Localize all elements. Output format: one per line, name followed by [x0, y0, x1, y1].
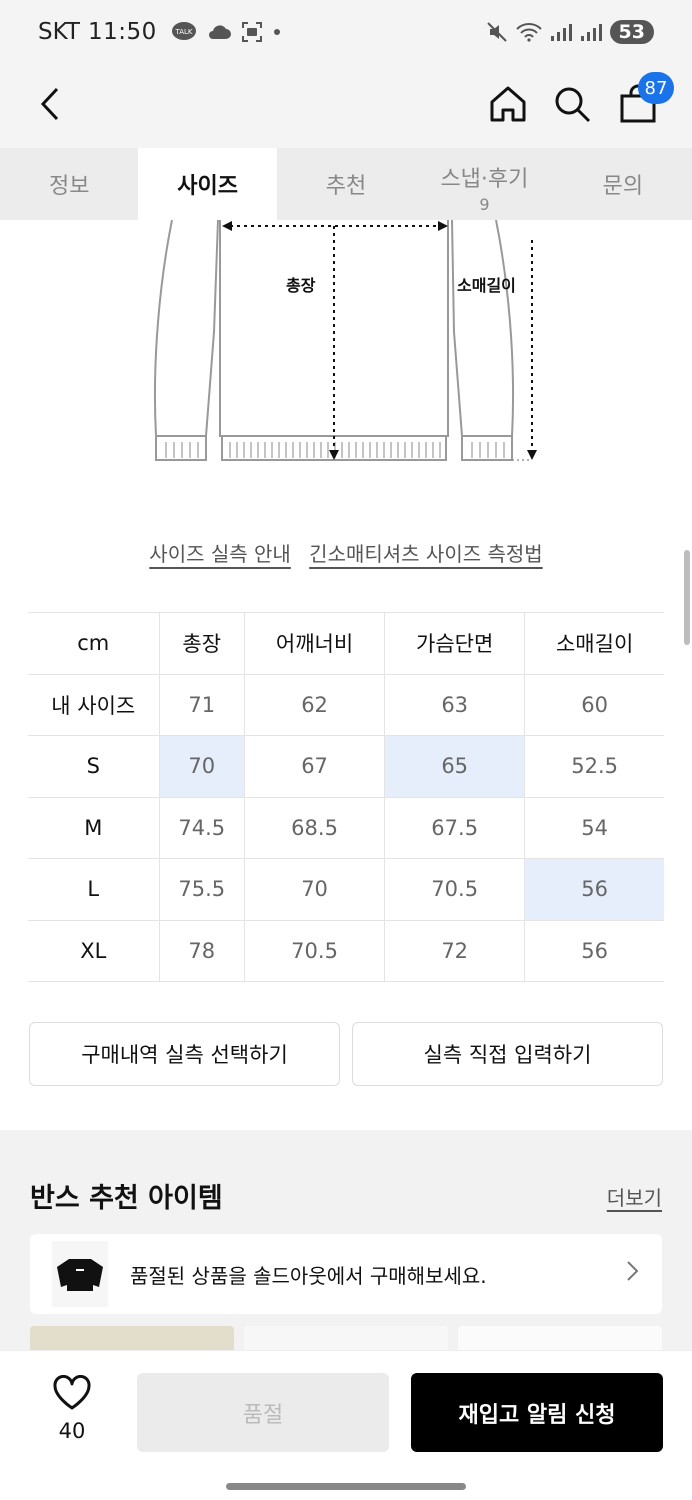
bottom-action-bar: 40 품절 재입고 알림 신청	[0, 1350, 692, 1500]
size-guide-link[interactable]: 사이즈 실측 안내	[149, 542, 291, 566]
dot-icon	[273, 29, 280, 35]
soldout-banner-text: 품절된 상품을 솔드아웃에서 구매해보세요.	[130, 1263, 487, 1288]
soldout-banner[interactable]: 품절된 상품을 솔드아웃에서 구매해보세요.	[30, 1234, 662, 1314]
table-cell: 68.5	[243, 796, 385, 859]
clock: 11:50	[87, 19, 157, 45]
recommend-title: 반스 추천 아이템	[30, 1183, 223, 1214]
system-icons: 53	[486, 20, 654, 44]
table-row: XL 78 70.5 72 56	[28, 919, 664, 982]
tab-info[interactable]: 정보	[0, 148, 138, 220]
measure-method-link[interactable]: 긴소매티셔츠 사이즈 측정법	[309, 542, 543, 566]
table-cell: 74.5	[158, 796, 245, 859]
recommend-section: 반스 추천 아이템 더보기 품절된 상품을 솔드아웃에서 구매해보세요.	[0, 1130, 692, 1360]
row-label: XL	[28, 919, 159, 982]
table-cell: 78	[158, 919, 245, 982]
carrier: SKT	[38, 19, 80, 45]
header-cell: 소매길이	[524, 612, 664, 675]
tab-size[interactable]: 사이즈	[138, 148, 277, 220]
home-indicator[interactable]	[226, 1483, 466, 1490]
search-icon	[555, 87, 591, 123]
review-count: 9	[479, 194, 490, 214]
table-cell: 72	[384, 919, 525, 982]
size-table: cm 총장 어깨너비 가슴단면 소매길이 내 사이즈 71 62 63 60 S…	[28, 612, 664, 982]
app-header: 87	[0, 64, 692, 148]
direct-input-size-button[interactable]: 실측 직접 입력하기	[352, 1022, 663, 1086]
table-cell: 67	[243, 735, 385, 798]
cloud-icon	[208, 25, 231, 39]
table-cell: 62	[243, 673, 385, 736]
talk-icon: TALK	[171, 22, 196, 40]
table-row: L 75.5 70 70.5 56	[28, 858, 664, 921]
row-label: 내 사이즈	[28, 673, 159, 736]
length-label: 총장	[286, 276, 316, 295]
heart-icon	[53, 1375, 91, 1410]
table-cell: 70.5	[384, 858, 525, 921]
more-link[interactable]: 더보기	[607, 1182, 662, 1211]
tab-label: 추천	[325, 174, 367, 199]
tab-label: 정보	[48, 174, 90, 199]
chevron-left-icon	[40, 87, 59, 121]
row-label: S	[28, 735, 159, 798]
like-button[interactable]: 40	[42, 1375, 102, 1443]
table-cell: 75.5	[158, 858, 245, 921]
table-cell: 70.5	[243, 919, 385, 982]
table-row: S 70 67 65 52.5	[28, 735, 664, 798]
select-purchase-size-button[interactable]: 구매내역 실측 선택하기	[29, 1022, 340, 1086]
table-cell: 67.5	[384, 796, 525, 859]
table-header-row: cm 총장 어깨너비 가슴단면 소매길이	[28, 612, 664, 675]
back-button[interactable]	[24, 78, 76, 130]
cart-count-badge: 87	[638, 72, 674, 104]
size-diagram: 총장 소매길이	[0, 219, 692, 480]
size-guide-links: 사이즈 실측 안내 긴소매티셔츠 사이즈 측정법	[0, 538, 692, 567]
search-button[interactable]	[546, 78, 598, 130]
product-thumbnail	[52, 1241, 108, 1307]
tab-snap-review[interactable]: 스냅·후기 9	[415, 148, 553, 220]
wifi-icon	[515, 23, 542, 42]
battery-indicator: 53	[609, 20, 654, 44]
sweatshirt-thumbnail-icon	[57, 1259, 103, 1291]
status-bar: SKT 11:50 TALK 53	[0, 0, 692, 64]
signal-icon	[550, 24, 572, 41]
table-cell: 70	[243, 858, 385, 921]
sweatshirt-illustration	[153, 219, 537, 461]
mute-icon	[486, 22, 507, 42]
table-cell: 52.5	[524, 735, 664, 798]
tab-recommend[interactable]: 추천	[277, 148, 415, 220]
scrollbar[interactable]	[684, 550, 690, 645]
home-button[interactable]	[482, 78, 534, 130]
cart-button[interactable]: 87	[612, 72, 674, 130]
home-icon	[490, 86, 526, 122]
chevron-right-icon	[626, 1260, 640, 1288]
screenshot-icon	[241, 22, 262, 42]
notification-icons: TALK	[171, 21, 281, 43]
header-cell: 어깨너비	[243, 612, 385, 675]
row-label: M	[28, 796, 159, 859]
soldout-button: 품절	[137, 1373, 389, 1452]
product-tabs: 정보 사이즈 추천 스냅·후기 9 문의	[0, 148, 692, 220]
table-cell: 54	[524, 796, 664, 859]
table-cell-highlighted: 65	[384, 735, 525, 798]
table-cell: 56	[524, 919, 664, 982]
header-cell: 가슴단면	[384, 612, 525, 675]
table-cell-highlighted: 56	[524, 858, 664, 921]
table-cell: 63	[384, 673, 525, 736]
sleeve-length-label: 소매길이	[457, 276, 516, 295]
table-row: M 74.5 68.5 67.5 54	[28, 796, 664, 859]
tab-label: 문의	[602, 174, 644, 199]
row-label: L	[28, 858, 159, 921]
signal-roaming-icon	[580, 24, 602, 41]
header-cell: 총장	[158, 612, 245, 675]
table-cell: 71	[158, 673, 245, 736]
table-row: 내 사이즈 71 62 63 60	[28, 673, 664, 736]
restock-alert-button[interactable]: 재입고 알림 신청	[411, 1373, 663, 1452]
tab-label: 스냅·후기	[440, 166, 529, 192]
tab-label: 사이즈	[177, 174, 238, 199]
header-cell: cm	[28, 612, 159, 675]
svg-text:TALK: TALK	[174, 28, 192, 36]
table-cell-highlighted: 70	[158, 735, 245, 798]
like-count: 40	[58, 1419, 86, 1443]
table-cell: 60	[524, 673, 664, 736]
tab-inquiry[interactable]: 문의	[554, 148, 692, 220]
